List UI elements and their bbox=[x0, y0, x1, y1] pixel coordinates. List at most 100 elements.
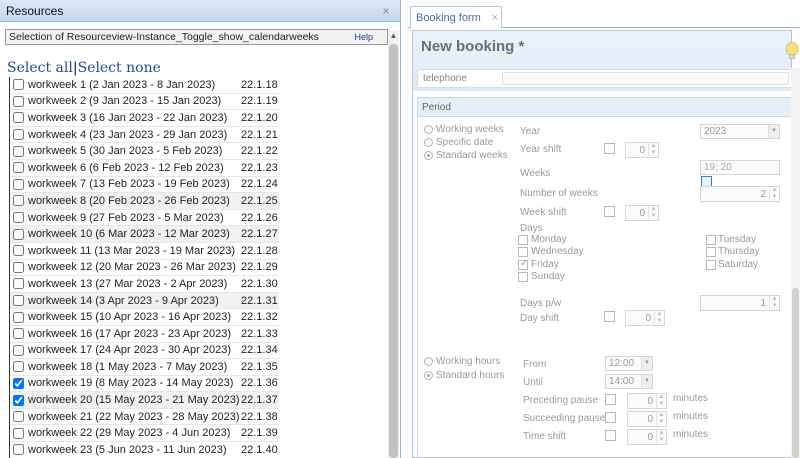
list-item[interactable]: workweek 21 (22 May 2023 - 28 May 2023) 2… bbox=[10, 409, 279, 426]
select-none-link[interactable]: Select none bbox=[78, 60, 161, 76]
list-item[interactable]: workweek 9 (27 Feb 2023 - 5 Mar 2023) 22.… bbox=[10, 210, 279, 227]
resources-scrollbar[interactable]: ▲ bbox=[388, 30, 399, 458]
list-item[interactable]: workweek 3 (16 Jan 2023 - 22 Jan 2023) 22… bbox=[10, 110, 279, 127]
workweek-checkbox[interactable] bbox=[13, 79, 24, 91]
scrollbar-thumb[interactable] bbox=[792, 288, 799, 458]
week-shift-stepper[interactable]: 0 ▲ ▼ bbox=[625, 205, 659, 221]
tab-booking-form[interactable]: Booking form × bbox=[410, 6, 502, 29]
stepper-arrows-icon[interactable]: ▲ ▼ bbox=[656, 430, 666, 444]
tuesday-checkbox[interactable] bbox=[706, 235, 716, 245]
list-item[interactable]: workweek 12 (20 Mar 2023 - 26 Mar 2023) 2… bbox=[10, 260, 279, 277]
until-select[interactable]: 14:00 ▼ bbox=[605, 374, 653, 389]
days-pw-stepper[interactable]: 1 ▲ ▼ bbox=[700, 295, 780, 311]
radio-working-hours[interactable]: Working hours bbox=[424, 356, 500, 367]
list-item[interactable]: workweek 6 (6 Feb 2023 - 12 Feb 2023) 22.… bbox=[10, 160, 279, 177]
workweek-checkbox[interactable] bbox=[13, 212, 24, 224]
list-item[interactable]: workweek 5 (30 Jan 2023 - 5 Feb 2023) 22.… bbox=[10, 143, 279, 160]
succeeding-pause-checkbox[interactable] bbox=[605, 412, 616, 423]
list-item[interactable]: workweek 4 (23 Jan 2023 - 29 Jan 2023) 22… bbox=[10, 127, 279, 144]
list-item[interactable]: workweek 16 (17 Apr 2023 - 23 Apr 2023) 2… bbox=[10, 326, 279, 343]
time-shift-checkbox[interactable] bbox=[605, 430, 616, 441]
workweek-checkbox[interactable] bbox=[13, 129, 24, 141]
workweek-checkbox[interactable] bbox=[13, 95, 24, 107]
radio-button[interactable] bbox=[424, 356, 433, 366]
workweek-checkbox[interactable] bbox=[13, 444, 24, 456]
radio-button[interactable] bbox=[424, 124, 433, 134]
workweek-checkbox[interactable] bbox=[13, 228, 24, 240]
list-item[interactable]: workweek 8 (20 Feb 2023 - 26 Feb 2023) 22… bbox=[10, 193, 279, 210]
radio-specific-date[interactable]: Specific date bbox=[424, 137, 493, 148]
workweek-checkbox[interactable] bbox=[13, 261, 24, 273]
lightbulb-icon[interactable] bbox=[785, 42, 799, 60]
monday-checkbox[interactable] bbox=[518, 235, 528, 245]
workweek-checkbox[interactable] bbox=[13, 245, 24, 257]
list-item[interactable]: workweek 20 (15 May 2023 - 21 May 2023) 2… bbox=[10, 392, 279, 409]
wednesday-checkbox[interactable] bbox=[518, 247, 528, 257]
workweek-checkbox[interactable] bbox=[13, 394, 24, 406]
succeeding-pause-stepper[interactable]: 0 ▲ ▼ bbox=[627, 411, 667, 427]
tab-close-icon[interactable]: × bbox=[492, 12, 498, 24]
select-all-link[interactable]: Select all bbox=[7, 60, 73, 76]
workweek-checkbox[interactable] bbox=[13, 361, 24, 373]
radio-button-selected[interactable] bbox=[424, 150, 433, 160]
number-of-weeks-stepper[interactable]: 2 ▲ ▼ bbox=[700, 186, 780, 202]
list-item[interactable]: workweek 18 (1 May 2023 - 7 May 2023) 22.… bbox=[10, 359, 279, 376]
workweek-checkbox[interactable] bbox=[13, 311, 24, 323]
week-shift-checkbox[interactable] bbox=[604, 206, 615, 217]
time-shift-stepper[interactable]: 0 ▲ ▼ bbox=[627, 429, 667, 445]
stepper-arrows-icon[interactable]: ▲ ▼ bbox=[769, 296, 779, 310]
list-item[interactable]: workweek 1 (2 Jan 2023 - 8 Jan 2023) 22.1… bbox=[10, 77, 279, 94]
workweek-checkbox[interactable] bbox=[13, 278, 24, 290]
stepper-arrows-icon[interactable]: ▲ ▼ bbox=[656, 394, 666, 408]
workweek-checkbox[interactable] bbox=[13, 162, 24, 174]
stepper-arrows-icon[interactable]: ▲ ▼ bbox=[656, 412, 666, 426]
workweek-checkbox[interactable] bbox=[13, 178, 24, 190]
workweek-checkbox[interactable] bbox=[13, 411, 24, 423]
list-item[interactable]: workweek 10 (6 Mar 2023 - 12 Mar 2023) 22… bbox=[10, 226, 279, 243]
workweek-checkbox[interactable] bbox=[13, 145, 24, 157]
close-icon[interactable]: × bbox=[378, 4, 394, 18]
radio-working-weeks[interactable]: Working weeks bbox=[424, 124, 504, 135]
radio-button-selected[interactable] bbox=[424, 370, 433, 380]
workweek-checkbox[interactable] bbox=[13, 328, 24, 340]
workweek-checkbox[interactable] bbox=[13, 377, 24, 389]
help-link[interactable]: Help bbox=[354, 32, 373, 42]
stepper-arrows-icon[interactable]: ▲ ▼ bbox=[648, 143, 658, 157]
list-item[interactable]: workweek 17 (24 Apr 2023 - 30 Apr 2023) 2… bbox=[10, 343, 279, 360]
workweek-checkbox[interactable] bbox=[13, 112, 24, 124]
day-shift-checkbox[interactable] bbox=[604, 311, 615, 322]
list-item[interactable]: workweek 15 (10 Apr 2023 - 16 Apr 2023) 2… bbox=[10, 309, 279, 326]
scroll-up-arrow-icon[interactable]: ▲ bbox=[388, 30, 399, 42]
list-item[interactable]: workweek 19 (8 May 2023 - 14 May 2023) 22… bbox=[10, 376, 279, 393]
from-select[interactable]: 12:00 ▼ bbox=[605, 356, 653, 371]
year-select[interactable]: 2023 ▼ bbox=[700, 124, 780, 139]
weeks-input[interactable]: 19; 20 bbox=[700, 160, 780, 175]
booking-scrollbar[interactable] bbox=[791, 68, 800, 458]
list-item[interactable]: workweek 22 (29 May 2023 - 4 Jun 2023) 22… bbox=[10, 425, 279, 443]
workweek-checkbox[interactable] bbox=[13, 344, 24, 356]
radio-standard-weeks[interactable]: Standard weeks bbox=[424, 150, 508, 161]
preceding-pause-checkbox[interactable] bbox=[605, 394, 616, 405]
year-shift-stepper[interactable]: 0 ▲ ▼ bbox=[625, 142, 659, 158]
list-item[interactable]: workweek 7 (13 Feb 2023 - 19 Feb 2023) 22… bbox=[10, 177, 279, 194]
thursday-checkbox[interactable] bbox=[706, 247, 716, 257]
stepper-arrows-icon[interactable]: ▲ ▼ bbox=[654, 311, 664, 325]
day-shift-stepper[interactable]: 0 ▲ ▼ bbox=[625, 310, 665, 326]
radio-standard-hours[interactable]: Standard hours bbox=[424, 370, 504, 381]
radio-button[interactable] bbox=[424, 137, 433, 147]
stepper-arrows-icon[interactable]: ▲ ▼ bbox=[769, 187, 779, 201]
list-item[interactable]: workweek 23 (5 Jun 2023 - 11 Jun 2023) 22… bbox=[10, 442, 279, 458]
scrollbar-thumb[interactable] bbox=[389, 44, 398, 458]
list-item[interactable]: workweek 14 (3 Apr 2023 - 9 Apr 2023) 22.… bbox=[10, 292, 279, 310]
friday-checkbox[interactable] bbox=[518, 258, 528, 270]
telephone-input[interactable] bbox=[502, 72, 789, 85]
list-item[interactable]: workweek 2 (9 Jan 2023 - 15 Jan 2023) 22.… bbox=[10, 94, 279, 111]
stepper-arrows-icon[interactable]: ▲ ▼ bbox=[648, 206, 658, 220]
workweek-checkbox[interactable] bbox=[13, 195, 24, 207]
sunday-checkbox[interactable] bbox=[518, 272, 528, 282]
workweek-checkbox[interactable] bbox=[13, 295, 24, 307]
list-item[interactable]: workweek 11 (13 Mar 2023 - 19 Mar 2023) 2… bbox=[10, 243, 279, 260]
list-item[interactable]: workweek 13 (27 Mar 2023 - 2 Apr 2023) 22… bbox=[10, 276, 279, 293]
preceding-pause-stepper[interactable]: 0 ▲ ▼ bbox=[627, 393, 667, 409]
year-shift-checkbox[interactable] bbox=[604, 143, 615, 154]
